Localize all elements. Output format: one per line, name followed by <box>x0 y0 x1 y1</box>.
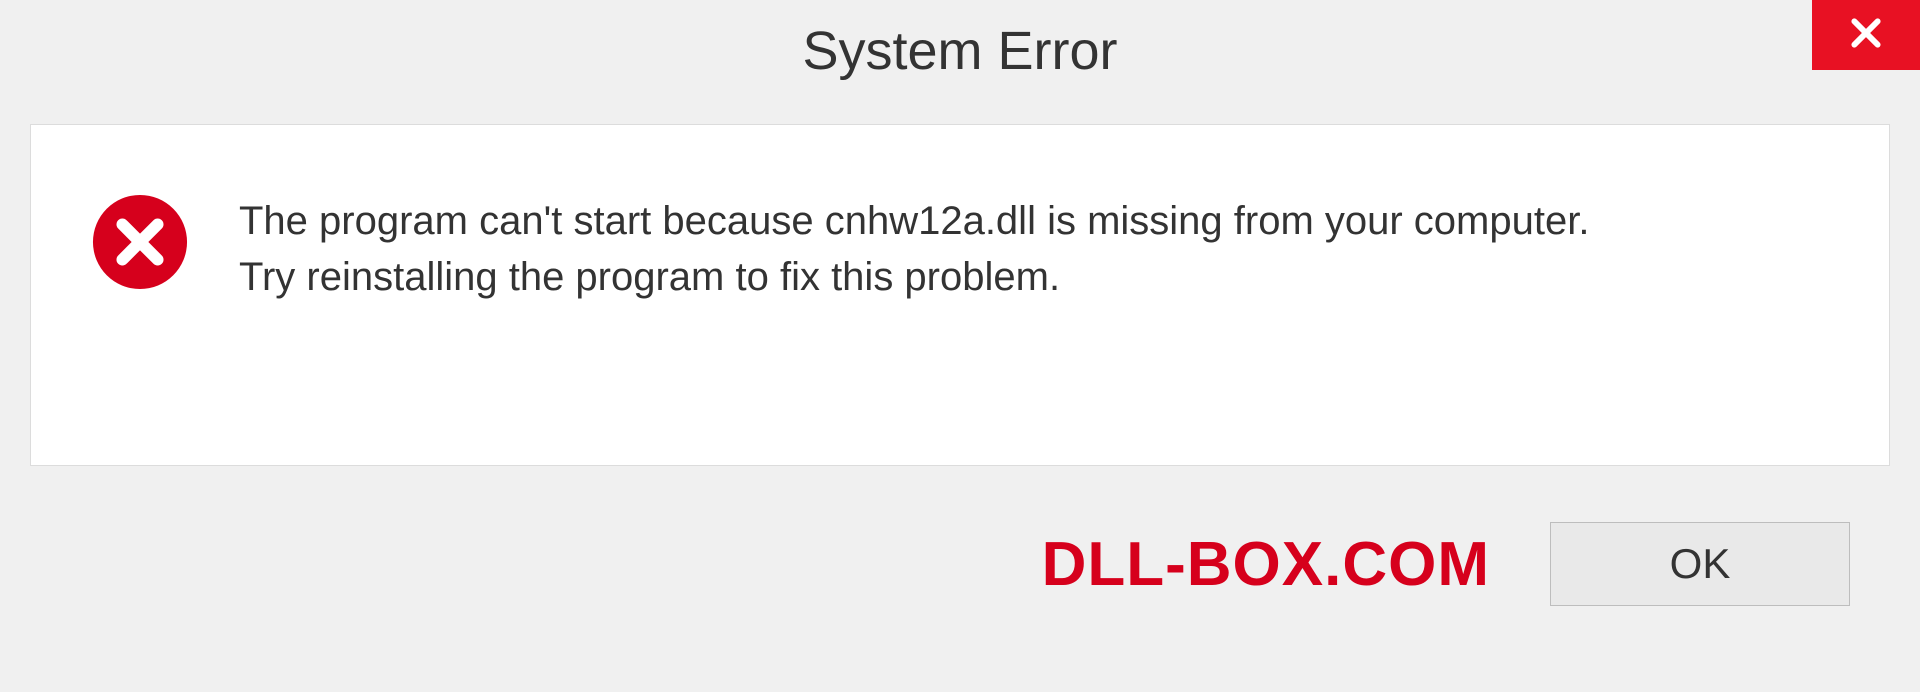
message-panel: The program can't start because cnhw12a.… <box>30 124 1890 466</box>
footer-bar: DLL-BOX.COM OK <box>30 466 1890 662</box>
close-icon <box>1846 13 1886 58</box>
message-line-2: Try reinstalling the program to fix this… <box>239 249 1829 305</box>
ok-button[interactable]: OK <box>1550 522 1850 606</box>
close-button[interactable] <box>1812 0 1920 70</box>
message-text: The program can't start because cnhw12a.… <box>239 175 1829 305</box>
message-line-1: The program can't start because cnhw12a.… <box>239 193 1829 249</box>
error-icon <box>91 193 189 296</box>
watermark-text: DLL-BOX.COM <box>1042 529 1490 600</box>
dialog-title: System Error <box>802 20 1117 82</box>
